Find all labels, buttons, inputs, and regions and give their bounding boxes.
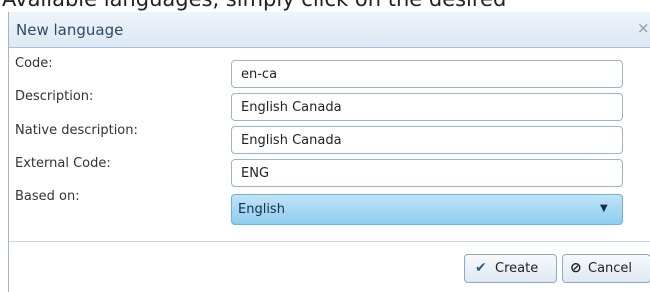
code-input[interactable] [231, 60, 623, 88]
code-label: Code: [15, 56, 53, 71]
native-description-label: Native description: [15, 123, 138, 138]
description-label: Description: [15, 89, 94, 104]
background-text: Available languages, simply click on the… [2, 0, 506, 10]
close-icon[interactable]: × [637, 19, 650, 37]
dialog-titlebar: New language × [9, 12, 650, 48]
dropdown-arrow-icon: ▼ [600, 203, 608, 214]
background-page-text-clipped: Available languages, simply click on the… [0, 0, 650, 12]
cancel-button[interactable]: ⊘ Cancel [562, 254, 650, 283]
external-code-input[interactable] [231, 159, 623, 187]
native-description-input[interactable] [231, 126, 623, 154]
checkmark-icon: ✔ [475, 260, 487, 276]
create-button[interactable]: ✔ Create [464, 254, 557, 283]
dialog-title: New language [16, 21, 124, 39]
new-language-dialog: New language × Code: Description: Native… [8, 12, 650, 292]
cancel-icon: ⊘ [570, 260, 582, 276]
footer-divider [9, 241, 650, 242]
external-code-label: External Code: [15, 156, 111, 171]
create-button-label: Create [495, 261, 539, 276]
based-on-label: Based on: [15, 189, 80, 204]
cancel-button-label: Cancel [588, 261, 633, 276]
based-on-selected-value: English [238, 202, 285, 217]
based-on-select[interactable]: English ▼ [231, 194, 623, 225]
description-input[interactable] [231, 93, 623, 121]
